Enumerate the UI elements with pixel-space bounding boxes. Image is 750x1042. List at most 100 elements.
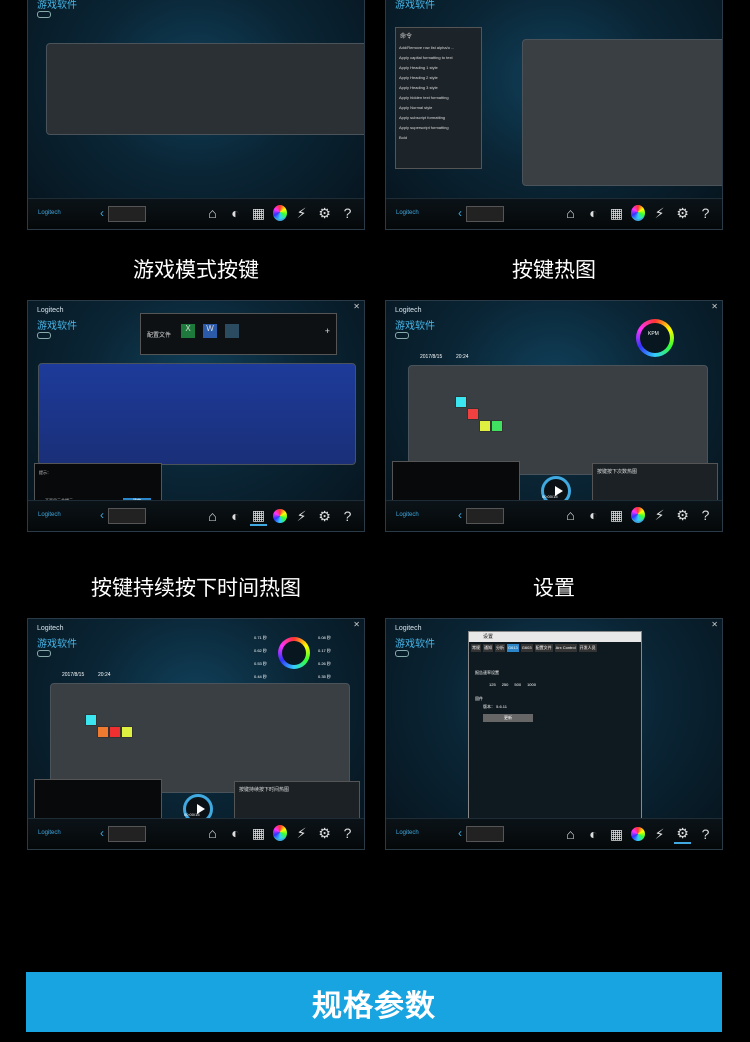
sidebar-toggle[interactable] (37, 11, 51, 18)
tab-g613[interactable]: G613 (507, 644, 519, 652)
home-icon[interactable]: ⌂ (204, 507, 221, 525)
help-icon[interactable]: ? (339, 507, 356, 525)
command-item[interactable]: Apply Normal style (399, 103, 478, 113)
help-icon[interactable]: ? (339, 824, 356, 842)
tab-notifications[interactable]: 通知 (483, 644, 493, 652)
profile-word[interactable]: W (203, 324, 217, 338)
keyboard-icon[interactable]: ▦ (250, 204, 267, 222)
gaming-icon[interactable]: ⚡ (651, 825, 668, 843)
home-icon[interactable]: ⌂ (204, 824, 221, 842)
bottom-toolbar: Logitech ‹ ⌂ ◐ ▦ ⚡ ⚙ ? (28, 818, 364, 849)
mouse-icon[interactable]: ◐ (585, 204, 602, 222)
command-item[interactable]: Apply Heading 3 style (399, 83, 478, 93)
caption-game-mode-keys: 游戏模式按键 (133, 259, 259, 282)
device-thumbnail[interactable] (466, 206, 504, 222)
mouse-icon[interactable]: ◐ (227, 824, 244, 842)
heatmap-icon[interactable] (631, 827, 645, 841)
rate-option[interactable]: 125 (489, 682, 496, 687)
gear-icon[interactable]: ⚙ (674, 824, 691, 844)
device-thumbnail[interactable] (108, 206, 146, 222)
sidebar-toggle[interactable] (395, 332, 409, 339)
close-icon[interactable]: ✕ (711, 302, 718, 311)
heatmap-icon[interactable] (631, 205, 645, 221)
gear-icon[interactable]: ⚙ (674, 204, 691, 222)
tab-g603[interactable]: G603 (520, 644, 533, 652)
back-arrow-icon[interactable]: ‹ (100, 826, 104, 840)
heatmap-dropdown[interactable]: 按键持续按下时间热图 (239, 786, 289, 793)
command-item[interactable]: Bold (399, 133, 478, 143)
tab-general[interactable]: 常规 (471, 644, 481, 652)
tab-profiles[interactable]: 配置文件 (534, 644, 553, 652)
gaming-icon[interactable]: ⚡ (293, 507, 310, 525)
tab-arx[interactable]: Arx Control (554, 644, 577, 652)
command-item[interactable]: Add/Remove row list alpha/o ... (399, 43, 478, 53)
keyboard-icon[interactable]: ▦ (608, 506, 625, 524)
device-thumbnail[interactable] (108, 508, 146, 524)
date-label: 2017/8/15 (62, 672, 85, 678)
device-thumbnail[interactable] (466, 508, 504, 524)
close-icon[interactable]: ✕ (353, 302, 360, 311)
sidebar-toggle[interactable] (395, 650, 409, 657)
caption-key-heatmap: 按键热图 (512, 259, 596, 282)
rate-option[interactable]: 250 (502, 682, 509, 687)
home-icon[interactable]: ⌂ (204, 204, 221, 222)
mouse-icon[interactable]: ◐ (227, 507, 244, 525)
back-arrow-icon[interactable]: ‹ (100, 508, 104, 522)
mouse-icon[interactable]: ◐ (585, 825, 602, 843)
keyboard-icon[interactable]: ▦ (608, 825, 625, 843)
help-icon[interactable]: ? (697, 506, 714, 524)
keyboard-icon[interactable]: ▦ (250, 506, 267, 526)
back-arrow-icon[interactable]: ‹ (100, 206, 104, 220)
profile-default[interactable] (225, 324, 239, 338)
tab-analytics[interactable]: 分析 (495, 644, 505, 652)
keyboard-icon[interactable]: ▦ (608, 204, 625, 222)
add-profile-icon[interactable]: + (325, 326, 330, 336)
gaming-icon[interactable]: ⚡ (293, 204, 310, 222)
command-item[interactable]: Apply Heading 2 style (399, 73, 478, 83)
heatmap-icon[interactable] (273, 825, 287, 841)
help-icon[interactable]: ? (697, 825, 714, 843)
command-item[interactable]: Apply capital formatting to text (399, 53, 478, 63)
keyboard-image-blue (38, 363, 356, 465)
tab-developer[interactable]: 开发人员 (578, 644, 597, 652)
sidebar-toggle[interactable] (37, 332, 51, 339)
gear-icon[interactable]: ⚙ (316, 824, 333, 842)
home-icon[interactable]: ⌂ (562, 825, 579, 843)
kpm-label: KPM (648, 331, 659, 337)
device-thumbnail[interactable] (466, 826, 504, 842)
update-button[interactable]: 更新 (483, 714, 533, 722)
rate-option[interactable]: 500 (514, 682, 521, 687)
device-thumbnail[interactable] (108, 826, 146, 842)
rate-option[interactable]: 1000 (527, 682, 536, 687)
help-icon[interactable]: ? (697, 204, 714, 222)
command-item[interactable]: Apply superscript formatting (399, 123, 478, 133)
gear-icon[interactable]: ⚙ (316, 204, 333, 222)
back-arrow-icon[interactable]: ‹ (458, 206, 462, 220)
heatmap-icon[interactable] (631, 507, 645, 523)
mouse-icon[interactable]: ◐ (227, 204, 244, 222)
gaming-icon[interactable]: ⚡ (651, 204, 668, 222)
heatmap-icon[interactable] (273, 509, 287, 523)
home-icon[interactable]: ⌂ (562, 506, 579, 524)
back-arrow-icon[interactable]: ‹ (458, 826, 462, 840)
gear-icon[interactable]: ⚙ (316, 507, 333, 525)
close-icon[interactable]: ✕ (711, 620, 718, 629)
heatmap-icon[interactable] (273, 205, 287, 221)
back-arrow-icon[interactable]: ‹ (458, 508, 462, 522)
legend-item: 0.08 秒 (318, 635, 331, 640)
command-item[interactable]: Apply Heading 1 style (399, 63, 478, 73)
gaming-icon[interactable]: ⚡ (651, 506, 668, 524)
home-icon[interactable]: ⌂ (562, 204, 579, 222)
keyboard-icon[interactable]: ▦ (250, 824, 267, 842)
heatmap-dropdown[interactable]: 按键按下次数热图 (597, 468, 637, 475)
command-item[interactable]: Apply subscript formatting (399, 113, 478, 123)
app-subtitle: 游戏软件 (395, 0, 435, 11)
close-icon[interactable]: ✕ (353, 620, 360, 629)
gear-icon[interactable]: ⚙ (674, 506, 691, 524)
help-icon[interactable]: ? (339, 204, 356, 222)
command-item[interactable]: Apply hidden text formatting (399, 93, 478, 103)
sidebar-toggle[interactable] (37, 650, 51, 657)
profile-excel[interactable]: X (181, 324, 195, 338)
gaming-icon[interactable]: ⚡ (293, 824, 310, 842)
mouse-icon[interactable]: ◐ (585, 506, 602, 524)
